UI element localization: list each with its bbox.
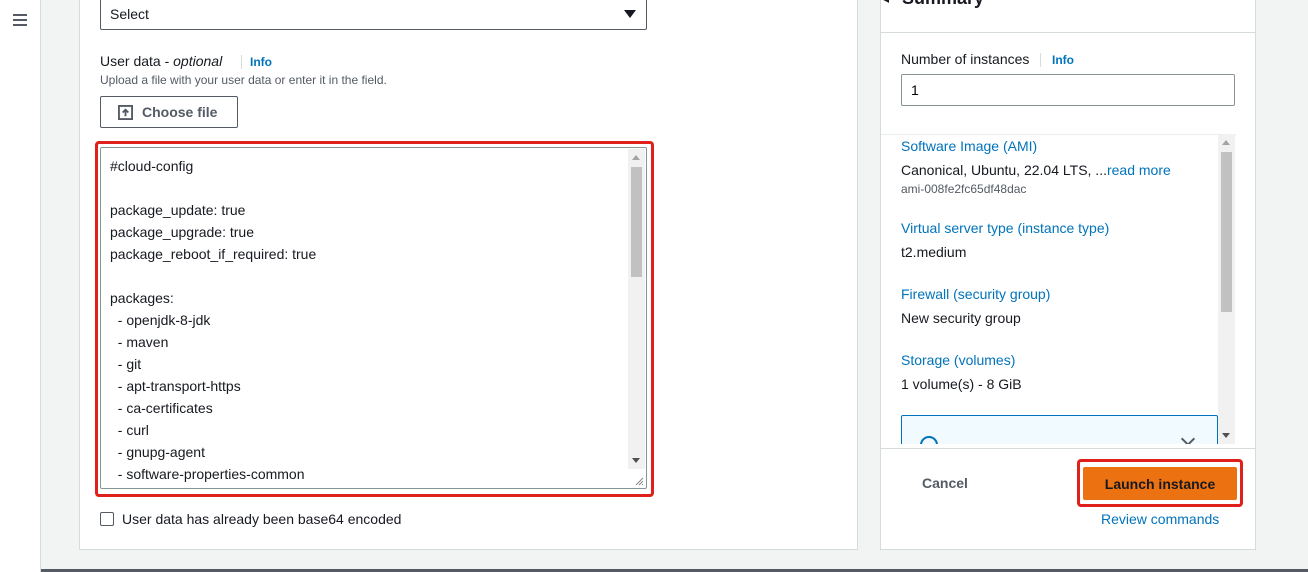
caret-icon[interactable]: ◂ — [882, 0, 889, 7]
left-nav — [0, 0, 41, 572]
resize-grip-icon[interactable] — [634, 476, 644, 486]
firewall-value: New security group — [901, 310, 1021, 326]
code-line: - maven — [110, 334, 169, 350]
code-line: #cloud-config — [110, 158, 194, 174]
firewall-link[interactable]: Firewall (security group) — [901, 286, 1050, 302]
scroll-down-icon[interactable] — [1222, 433, 1230, 438]
code-line: - ca-certificates — [110, 400, 213, 416]
software-image-value: Canonical, Ubuntu, 22.04 LTS, ...read mo… — [901, 162, 1171, 178]
summary-scrollbar[interactable] — [1218, 134, 1235, 444]
choose-file-label: Choose file — [142, 104, 218, 120]
select-dropdown[interactable]: Select — [100, 0, 647, 30]
code-line: packages: — [110, 290, 174, 306]
server-type-value: t2.medium — [901, 244, 967, 260]
user-data-textarea[interactable]: #cloud-config package_update: true packag… — [100, 147, 647, 489]
summary-scroll-thumb[interactable] — [1221, 152, 1232, 312]
info-circle-icon — [920, 436, 938, 444]
number-of-instances-label: Number of instances — [901, 51, 1030, 67]
base64-checkbox-label: User data has already been base64 encode… — [122, 511, 402, 527]
user-data-label-text: User data - — [100, 53, 174, 69]
code-line: - git — [110, 356, 142, 372]
scroll-thumb[interactable] — [631, 167, 642, 277]
summary-details: Software Image (AMI) Canonical, Ubuntu, … — [881, 134, 1236, 444]
textarea-scrollbar[interactable] — [628, 149, 645, 469]
user-data-label: User data - optional — [100, 53, 222, 69]
summary-footer-divider — [881, 448, 1255, 449]
launch-instance-button[interactable]: Launch instance — [1083, 467, 1237, 500]
code-line: package_upgrade: true — [110, 224, 254, 240]
storage-link[interactable]: Storage (volumes) — [901, 352, 1015, 368]
software-image-text: Canonical, Ubuntu, 22.04 LTS, ... — [901, 162, 1107, 178]
optional-label: optional — [173, 53, 223, 69]
code-line: - curl — [110, 422, 149, 438]
summary-header: ◂ Summary — [880, 0, 1256, 33]
code-line: package_reboot_if_required: true — [110, 246, 317, 262]
choose-file-button[interactable]: Choose file — [100, 96, 238, 128]
caret-down-icon — [624, 10, 636, 18]
hamburger-menu-icon[interactable] — [13, 14, 27, 26]
storage-value: 1 volume(s) - 8 GiB — [901, 376, 1022, 392]
read-more-link[interactable]: read more — [1107, 162, 1171, 178]
upload-icon — [118, 104, 133, 120]
code-line: - openjdk-8-jdk — [110, 312, 211, 328]
code-line: - apt-transport-https — [110, 378, 241, 394]
software-image-link[interactable]: Software Image (AMI) — [901, 138, 1037, 154]
code-line: - gnupg-agent — [110, 444, 205, 460]
user-data-content: #cloud-config package_update: true packag… — [110, 155, 316, 485]
review-commands-link[interactable]: Review commands — [1101, 511, 1219, 527]
code-line: - software-properties-common — [110, 466, 305, 482]
scroll-up-icon[interactable] — [1222, 140, 1230, 145]
base64-checkbox-row: User data has already been base64 encode… — [100, 511, 401, 527]
scroll-down-icon[interactable] — [632, 458, 640, 463]
scroll-up-icon[interactable] — [632, 155, 640, 160]
number-of-instances-input[interactable] — [901, 74, 1235, 106]
select-value: Select — [110, 6, 149, 22]
info-alert — [901, 415, 1218, 444]
chevron-down-icon[interactable] — [1180, 431, 1196, 444]
ami-id: ami-008fe2fc65df48dac — [901, 182, 1027, 196]
user-data-description: Upload a file with your user data or ent… — [100, 73, 387, 87]
server-type-link[interactable]: Virtual server type (instance type) — [901, 220, 1109, 236]
user-data-info-link[interactable]: Info — [241, 55, 272, 69]
cancel-button[interactable]: Cancel — [922, 475, 968, 491]
summary-title: Summary — [902, 0, 984, 9]
code-line: package_update: true — [110, 202, 246, 218]
instances-info-link[interactable]: Info — [1040, 53, 1074, 67]
base64-checkbox[interactable] — [100, 512, 114, 526]
